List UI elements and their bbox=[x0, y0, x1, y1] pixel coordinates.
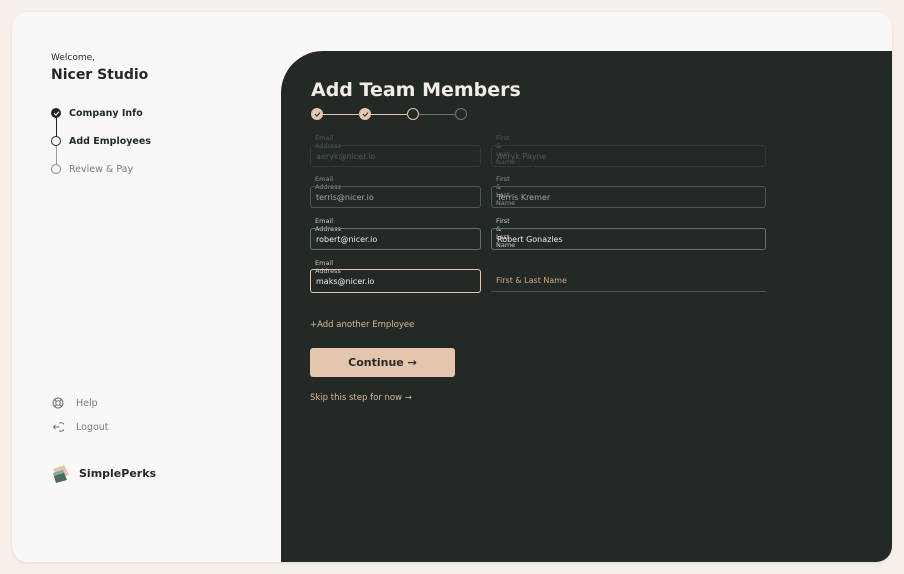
logout-link[interactable]: Logout bbox=[52, 421, 109, 433]
check-icon bbox=[359, 108, 371, 120]
check-icon bbox=[51, 108, 61, 118]
main-panel: Add Team Members Email Address aeryk@nic… bbox=[281, 51, 892, 562]
name-field[interactable]: Robert Gonazles bbox=[491, 228, 766, 250]
email-field[interactable]: aeryk@nicer.io bbox=[310, 145, 481, 167]
progress-pending-icon bbox=[455, 108, 467, 120]
company-name: Nicer Studio bbox=[51, 67, 149, 83]
step-pending-icon bbox=[51, 164, 61, 174]
step-label: Add Employees bbox=[69, 135, 151, 147]
lifebuoy-icon bbox=[52, 397, 64, 409]
help-link[interactable]: Help bbox=[52, 397, 98, 409]
continue-button[interactable]: Continue → bbox=[310, 348, 455, 377]
email-field[interactable]: maks@nicer.io bbox=[310, 269, 481, 293]
progress-line bbox=[419, 113, 455, 115]
step-label: Review & Pay bbox=[69, 163, 134, 175]
step-list: Company Info Add Employees Review & Pay bbox=[51, 99, 151, 183]
logout-icon bbox=[52, 422, 64, 432]
step-label: Company Info bbox=[69, 107, 143, 119]
help-label: Help bbox=[76, 397, 98, 409]
name-field[interactable]: Terris Kremer bbox=[491, 186, 766, 208]
welcome-text: Welcome, bbox=[51, 53, 96, 63]
step-add-employees[interactable]: Add Employees bbox=[51, 127, 151, 155]
email-field[interactable]: robert@nicer.io bbox=[310, 228, 481, 250]
simpleperks-logo-icon bbox=[53, 465, 69, 483]
app-window: Welcome, Nicer Studio Company Info Add E… bbox=[12, 12, 892, 562]
name-field[interactable]: Aeryk Payne bbox=[491, 145, 766, 167]
check-icon bbox=[311, 108, 323, 120]
progress-stepper bbox=[311, 108, 471, 120]
step-company-info[interactable]: Company Info bbox=[51, 99, 151, 127]
name-field[interactable]: First & Last Name bbox=[491, 270, 766, 292]
step-current-icon bbox=[51, 136, 61, 146]
brand-logo: SimplePerks bbox=[50, 462, 156, 484]
progress-current-icon bbox=[407, 108, 419, 120]
step-review-pay[interactable]: Review & Pay bbox=[51, 155, 151, 183]
brand-name: SimplePerks bbox=[79, 466, 157, 480]
skip-step-link[interactable]: Skip this step for now → bbox=[310, 393, 412, 403]
progress-line bbox=[371, 113, 407, 115]
logout-label: Logout bbox=[76, 421, 109, 433]
add-employee-link[interactable]: +Add another Employee bbox=[310, 320, 414, 330]
progress-line bbox=[323, 113, 359, 115]
email-field[interactable]: terris@nicer.io bbox=[310, 186, 481, 208]
page-title: Add Team Members bbox=[311, 79, 521, 101]
